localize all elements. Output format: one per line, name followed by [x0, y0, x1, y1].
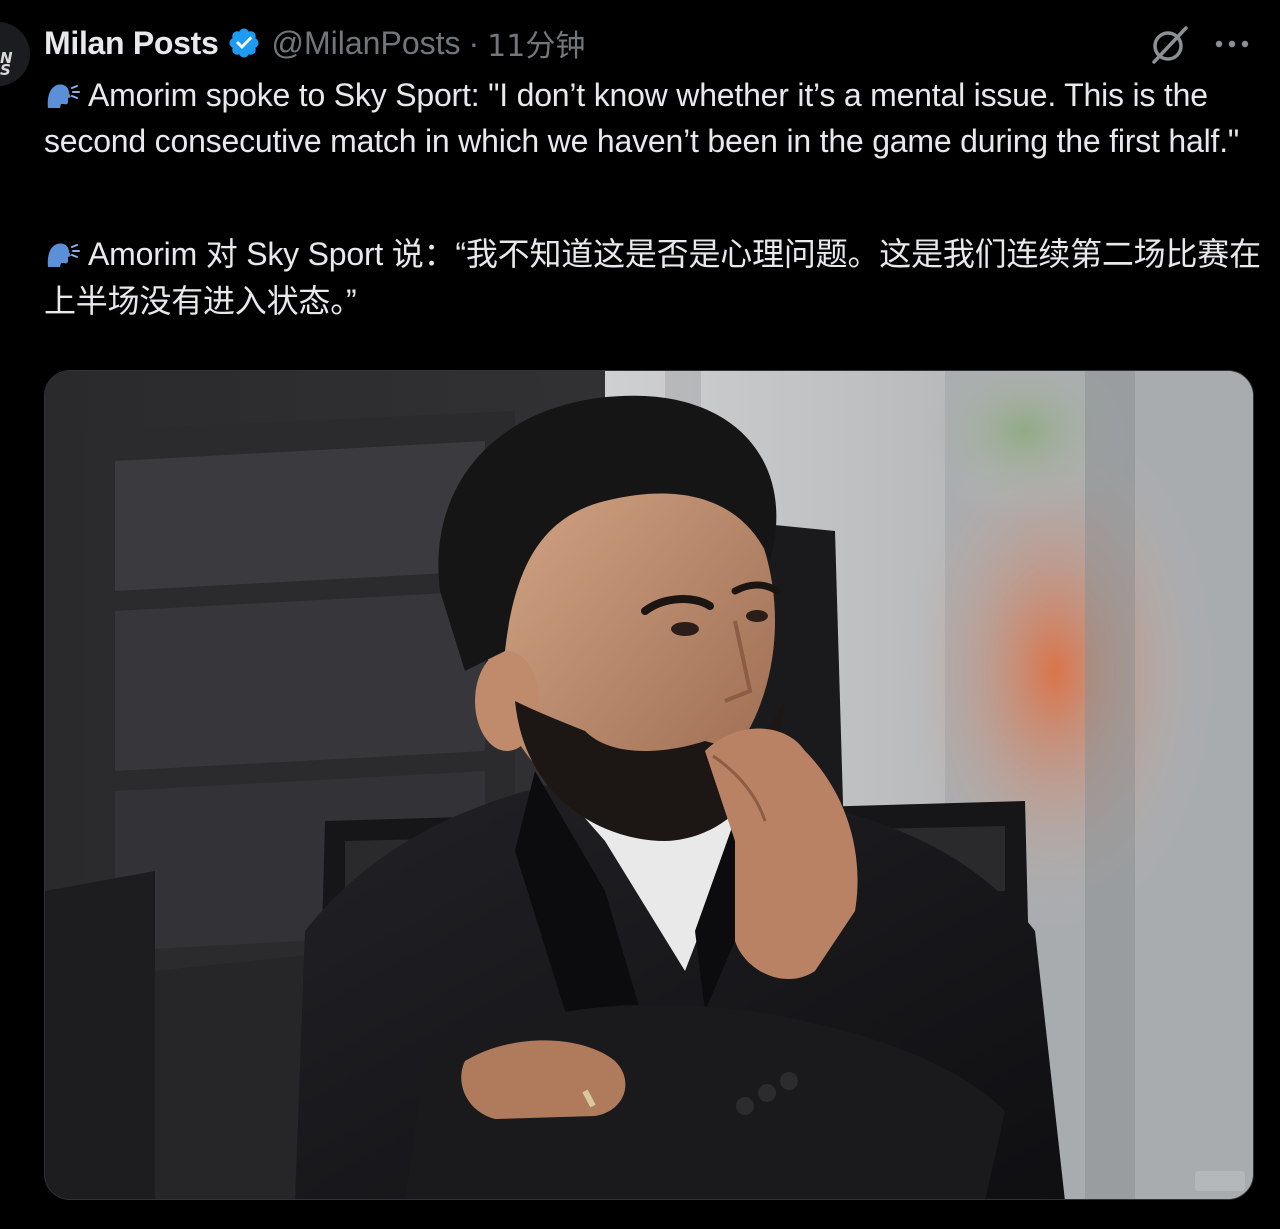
tweet-media-photo[interactable]: [44, 370, 1254, 1200]
photo-illustration: [45, 371, 1253, 1199]
speaking-head-icon: [44, 235, 80, 267]
speaking-head-icon: [44, 76, 80, 108]
author-avatar[interactable]: N S: [0, 22, 30, 86]
verified-badge-icon: [227, 26, 261, 60]
author-handle[interactable]: @MilanPosts: [272, 25, 461, 62]
tweet-text-english: Amorim spoke to Sky Sport: "I don’t know…: [44, 77, 1240, 159]
more-horizontal-icon[interactable]: [1213, 34, 1253, 54]
tweet-timestamp[interactable]: 11分钟: [487, 21, 585, 65]
tweet-paragraph-english: Amorim spoke to Sky Sport: "I don’t know…: [44, 72, 1264, 164]
avatar-logo-text: N S: [0, 49, 13, 79]
tweet-paragraph-chinese: Amorim 对 Sky Sport 说：“我不知道这是否是心理问题。这是我们连…: [44, 231, 1264, 325]
author-display-name[interactable]: Milan Posts: [44, 25, 219, 62]
tweet-text-chinese: Amorim 对 Sky Sport 说：“我不知道这是否是心理问题。这是我们连…: [44, 236, 1261, 319]
tweet-header: Milan Posts @MilanPosts · 11分钟: [44, 21, 585, 65]
header-separator: ·: [468, 24, 480, 61]
grok-slash-icon[interactable]: [1148, 24, 1190, 66]
